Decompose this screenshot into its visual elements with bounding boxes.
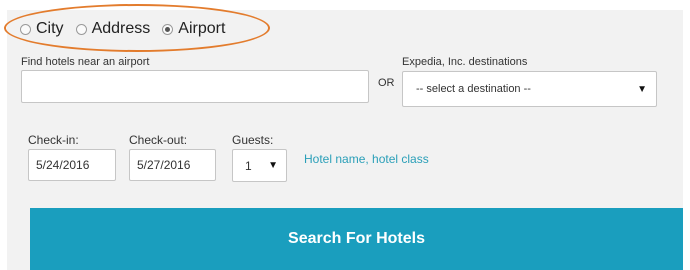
or-separator: OR: [378, 77, 395, 89]
guests-select[interactable]: 1 ▼: [232, 149, 287, 182]
hotel-name-class-link[interactable]: Hotel name, hotel class: [304, 152, 429, 166]
checkout-date-value: 5/27/2016: [137, 158, 191, 172]
checkin-date-input[interactable]: 5/24/2016: [28, 149, 116, 181]
dropdown-arrow-icon: ▼: [268, 160, 278, 171]
destination-select[interactable]: -- select a destination -- ▼: [402, 71, 657, 107]
radio-address[interactable]: Address: [75, 20, 151, 38]
radio-airport[interactable]: Airport: [162, 20, 225, 38]
airport-input[interactable]: [21, 70, 369, 103]
airport-field-label: Find hotels near an airport: [21, 56, 150, 68]
checkin-date-value: 5/24/2016: [36, 158, 90, 172]
radio-city-label: City: [36, 20, 64, 37]
radio-circle-icon[interactable]: [20, 23, 31, 35]
destinations-label: Expedia, Inc. destinations: [402, 56, 528, 68]
search-hotels-button-label: Search For Hotels: [288, 230, 425, 247]
radio-airport-label: Airport: [178, 20, 226, 37]
radio-circle-icon[interactable]: [75, 23, 87, 35]
search-hotels-button[interactable]: Search For Hotels: [30, 208, 683, 270]
dropdown-arrow-icon: ▼: [637, 83, 647, 95]
search-type-radio-group: City Address Airport: [20, 17, 237, 41]
destination-select-value: -- select a destination --: [416, 83, 531, 95]
checkout-label: Check-out:: [129, 133, 188, 147]
radio-address-label: Address: [91, 20, 151, 37]
checkin-label: Check-in:: [28, 133, 79, 147]
checkout-date-input[interactable]: 5/27/2016: [129, 149, 216, 181]
radio-circle-checked-icon[interactable]: [162, 23, 174, 35]
radio-city[interactable]: City: [20, 20, 64, 38]
guests-label: Guests:: [232, 133, 274, 147]
guests-select-value: 1: [245, 158, 252, 173]
